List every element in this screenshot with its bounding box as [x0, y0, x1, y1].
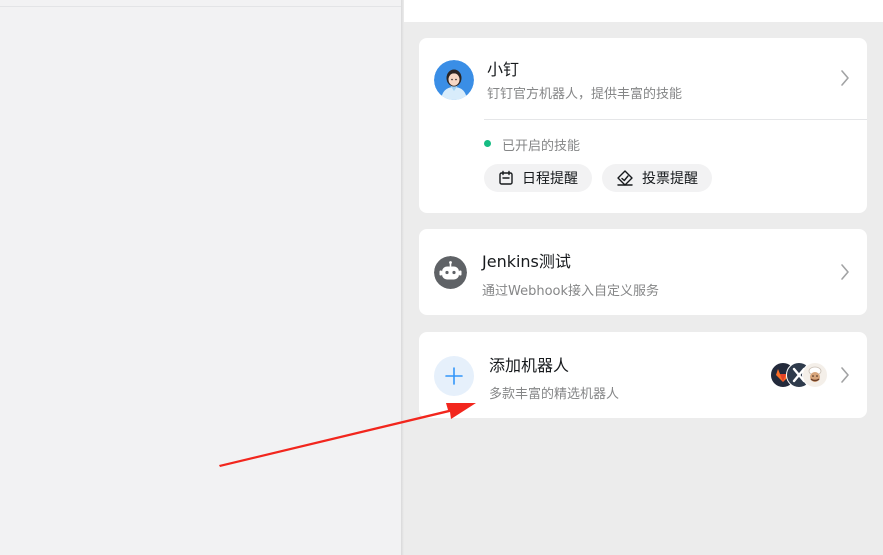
robot-name: 小钉 — [487, 60, 520, 79]
robot-preview-avatars — [770, 362, 830, 388]
vote-icon — [617, 170, 633, 186]
add-robot-card[interactable]: 添加机器人 多款丰富的精选机器人 — [419, 332, 867, 418]
skill-label: 日程提醒 — [522, 171, 578, 187]
robot-name: Jenkins测试 — [482, 252, 571, 271]
skill-vote-reminder[interactable]: 投票提醒 — [602, 164, 712, 192]
robot-icon — [434, 256, 467, 289]
plus-icon — [434, 356, 474, 396]
divider — [0, 6, 401, 7]
divider — [484, 119, 867, 120]
calendar-icon — [499, 170, 513, 185]
robot-card-xiaoding[interactable]: 小钉 钉钉官方机器人，提供丰富的技能 已开启的技能 日程提醒 投票提醒 — [419, 38, 867, 213]
panel-header — [404, 0, 883, 22]
robot-settings-panel: 小钉 钉钉官方机器人，提供丰富的技能 已开启的技能 日程提醒 投票提醒 Jenk… — [404, 0, 883, 555]
robot-description: 钉钉官方机器人，提供丰富的技能 — [487, 87, 683, 102]
chevron-right-icon — [841, 264, 849, 280]
chevron-right-icon — [841, 367, 849, 383]
add-robot-description: 多款丰富的精选机器人 — [489, 387, 620, 402]
left-pane — [0, 0, 401, 555]
status-dot — [484, 140, 491, 147]
woman-avatar-icon — [434, 60, 474, 100]
robot-description: 通过Webhook接入自定义服务 — [482, 284, 660, 299]
skill-schedule-reminder[interactable]: 日程提醒 — [484, 164, 592, 192]
chef-icon — [802, 362, 828, 388]
enabled-skills-label: 已开启的技能 — [502, 139, 581, 154]
chevron-right-icon — [841, 70, 849, 86]
skill-label: 投票提醒 — [642, 171, 698, 187]
robot-card-jenkins[interactable]: Jenkins测试 通过Webhook接入自定义服务 — [419, 229, 867, 315]
add-robot-title: 添加机器人 — [489, 356, 570, 375]
